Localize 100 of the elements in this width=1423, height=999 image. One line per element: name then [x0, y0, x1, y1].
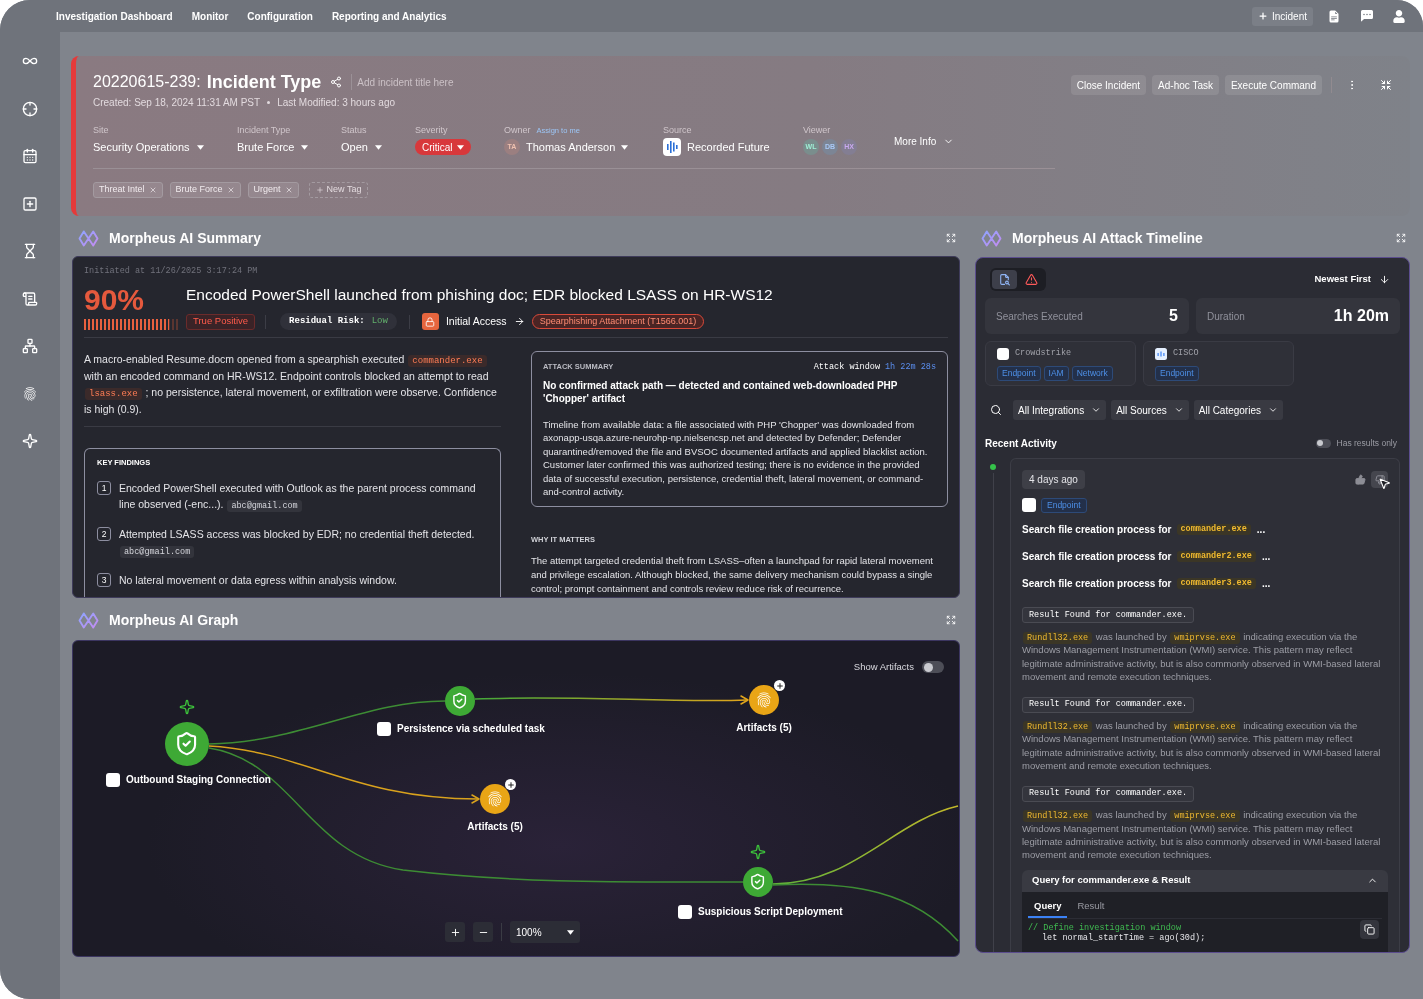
file-search-icon — [998, 273, 1011, 286]
chat-icon[interactable] — [1360, 10, 1374, 22]
nav-link[interactable]: Investigation Dashboard — [56, 8, 173, 24]
square-icon — [1022, 498, 1036, 512]
shield-check-icon — [743, 867, 773, 897]
bullet-icon — [267, 100, 271, 104]
modified-text: Last Modified: 3 hours ago — [277, 95, 395, 110]
stat-label: Searches Executed — [996, 309, 1083, 324]
search-icon[interactable] — [990, 404, 1002, 416]
category-tag: Endpoint — [1041, 497, 1087, 513]
zoom-in-button[interactable] — [445, 922, 465, 942]
calendar-icon[interactable] — [22, 148, 38, 164]
nav-link[interactable]: Monitor — [191, 8, 229, 24]
technique-tag: Spearphishing Attachment (T1566.001) — [531, 314, 705, 329]
result-text: Rundll32.exe was launched by wmiprvse.exe indicating execution via the Windows Management Instrumentation (WMI) service. This pattern may reflect legitimate administrative activity, but is also commonly observed in WMI-based lateral movement and remote execution techniques. — [1022, 719, 1382, 773]
plus-square-icon[interactable] — [22, 195, 38, 212]
created-text: Created: Sep 18, 2024 11:31 AM PST — [93, 95, 261, 110]
caret-icon — [196, 144, 204, 150]
sparkle-icon[interactable] — [22, 433, 38, 449]
nav-link[interactable]: Reporting and Analytics — [331, 8, 447, 24]
copy-button[interactable] — [1360, 919, 1379, 939]
category-tag: IAM — [1043, 366, 1069, 381]
result-title: Result Found for commander.exe. — [1022, 785, 1195, 802]
field-label: Owner — [504, 124, 531, 138]
document-icon[interactable] — [1328, 9, 1340, 23]
tag[interactable]: Urgent — [247, 182, 299, 198]
filter-dropdown[interactable]: All Sources — [1111, 400, 1189, 420]
arrow-down-icon — [1379, 274, 1390, 285]
bars-logo-icon — [1155, 347, 1167, 360]
node-label: Persistence via scheduled task — [397, 722, 545, 736]
toggle-label: Has results only — [1336, 436, 1397, 450]
title-input[interactable]: Add incident title here — [357, 73, 528, 91]
field-dropdown[interactable]: Security Operations — [93, 139, 204, 155]
risk-label: Residual Risk: — [289, 314, 365, 328]
tab[interactable]: Result — [1071, 896, 1111, 918]
warning-icon — [1025, 273, 1038, 286]
node-label: Suspicious Script Deployment — [698, 905, 843, 919]
sort-button[interactable]: Newest First — [1314, 272, 1390, 287]
source-value: Recorded Future — [687, 139, 770, 155]
node-label: Artifacts (5) — [736, 721, 792, 735]
field-label: Viewer — [803, 124, 831, 138]
stat-value: 1h 20m — [1333, 306, 1389, 326]
finding-text: No lateral movement or data egress within analysis window. — [119, 573, 397, 588]
plus-icon — [1257, 11, 1268, 21]
tab[interactable]: Query — [1028, 896, 1068, 918]
zoom-dropdown[interactable]: 100% — [510, 921, 580, 943]
field-label: Incident Type — [237, 124, 291, 138]
shield-check-icon — [165, 722, 209, 766]
nav-link[interactable]: Configuration — [247, 8, 313, 24]
share-icon[interactable] — [330, 76, 343, 88]
attack-summary-heading: No confirmed attack path — detected and contained web-downloaded PHP 'Chopper' artifact — [543, 379, 899, 405]
square-icon — [377, 722, 391, 736]
action-button[interactable]: Close Incident — [1070, 75, 1147, 95]
expand-icon[interactable] — [946, 233, 956, 243]
severity-dropdown[interactable]: Critical — [415, 139, 471, 155]
section-title: Morpheus AI Summary — [109, 228, 261, 248]
fingerprint-icon[interactable] — [22, 385, 38, 402]
category-tag: Endpoint — [1155, 366, 1199, 381]
toggle-label: Show Artifacts — [853, 660, 914, 674]
time-label: 4 days ago — [1022, 470, 1085, 489]
field-dropdown[interactable]: Open — [341, 139, 382, 155]
tactic-label: Initial Access — [445, 313, 507, 329]
plus-icon — [315, 186, 324, 194]
thumbs-up-icon[interactable] — [1355, 474, 1366, 485]
result-title: Result Found for commander.exe. — [1022, 607, 1195, 624]
show-artifacts-toggle[interactable] — [922, 661, 944, 674]
filter-dropdown[interactable]: All Categories — [1193, 400, 1283, 420]
scroll-icon[interactable] — [22, 290, 38, 307]
new-incident-button[interactable]: Incident — [1251, 6, 1313, 26]
caret-icon — [456, 144, 464, 150]
view-tab[interactable] — [992, 270, 1017, 289]
plus-icon — [449, 926, 461, 938]
tag[interactable]: Threat Intel — [93, 182, 163, 198]
collapse-icon[interactable] — [1380, 79, 1392, 91]
filter-dropdown[interactable]: All Integrations — [1013, 400, 1107, 420]
field-label: Severity — [415, 124, 448, 138]
more-info-button[interactable]: More Info — [894, 134, 955, 149]
node-label: Outbound Staging Connection — [126, 773, 271, 787]
logo-icon — [78, 611, 99, 629]
user-icon[interactable] — [1393, 9, 1405, 23]
expand-icon[interactable] — [946, 615, 956, 625]
window-value: 1h 22m 28s — [885, 360, 936, 374]
tag[interactable]: Brute Force — [169, 182, 241, 198]
crosshair-icon[interactable] — [22, 100, 38, 117]
expand-icon[interactable] — [1396, 233, 1406, 243]
field-dropdown[interactable]: Brute Force — [237, 139, 309, 155]
network-icon[interactable] — [22, 338, 38, 354]
hourglass-icon[interactable] — [22, 243, 38, 259]
result-title: Result Found for commander.exe. — [1022, 696, 1195, 713]
mouse-pointer-icon — [1378, 477, 1391, 490]
action-button[interactable]: Ad-hoc Task — [1152, 75, 1219, 95]
field-label: Site — [93, 124, 109, 138]
query-accordion-header[interactable]: Query for commander.exe & Result — [1022, 869, 1388, 892]
action-button[interactable]: Execute Command — [1224, 75, 1322, 95]
integration-name: CISCO — [1173, 347, 1199, 360]
search-step-text: Search file creation process for commander2.exe ... — [1022, 550, 1272, 564]
caret-icon — [374, 144, 382, 150]
has-results-toggle[interactable] — [1315, 438, 1331, 448]
new-tag-button[interactable]: New Tag — [308, 182, 369, 198]
code-line: let normal_startTime = ago(30d); — [1041, 932, 1206, 943]
